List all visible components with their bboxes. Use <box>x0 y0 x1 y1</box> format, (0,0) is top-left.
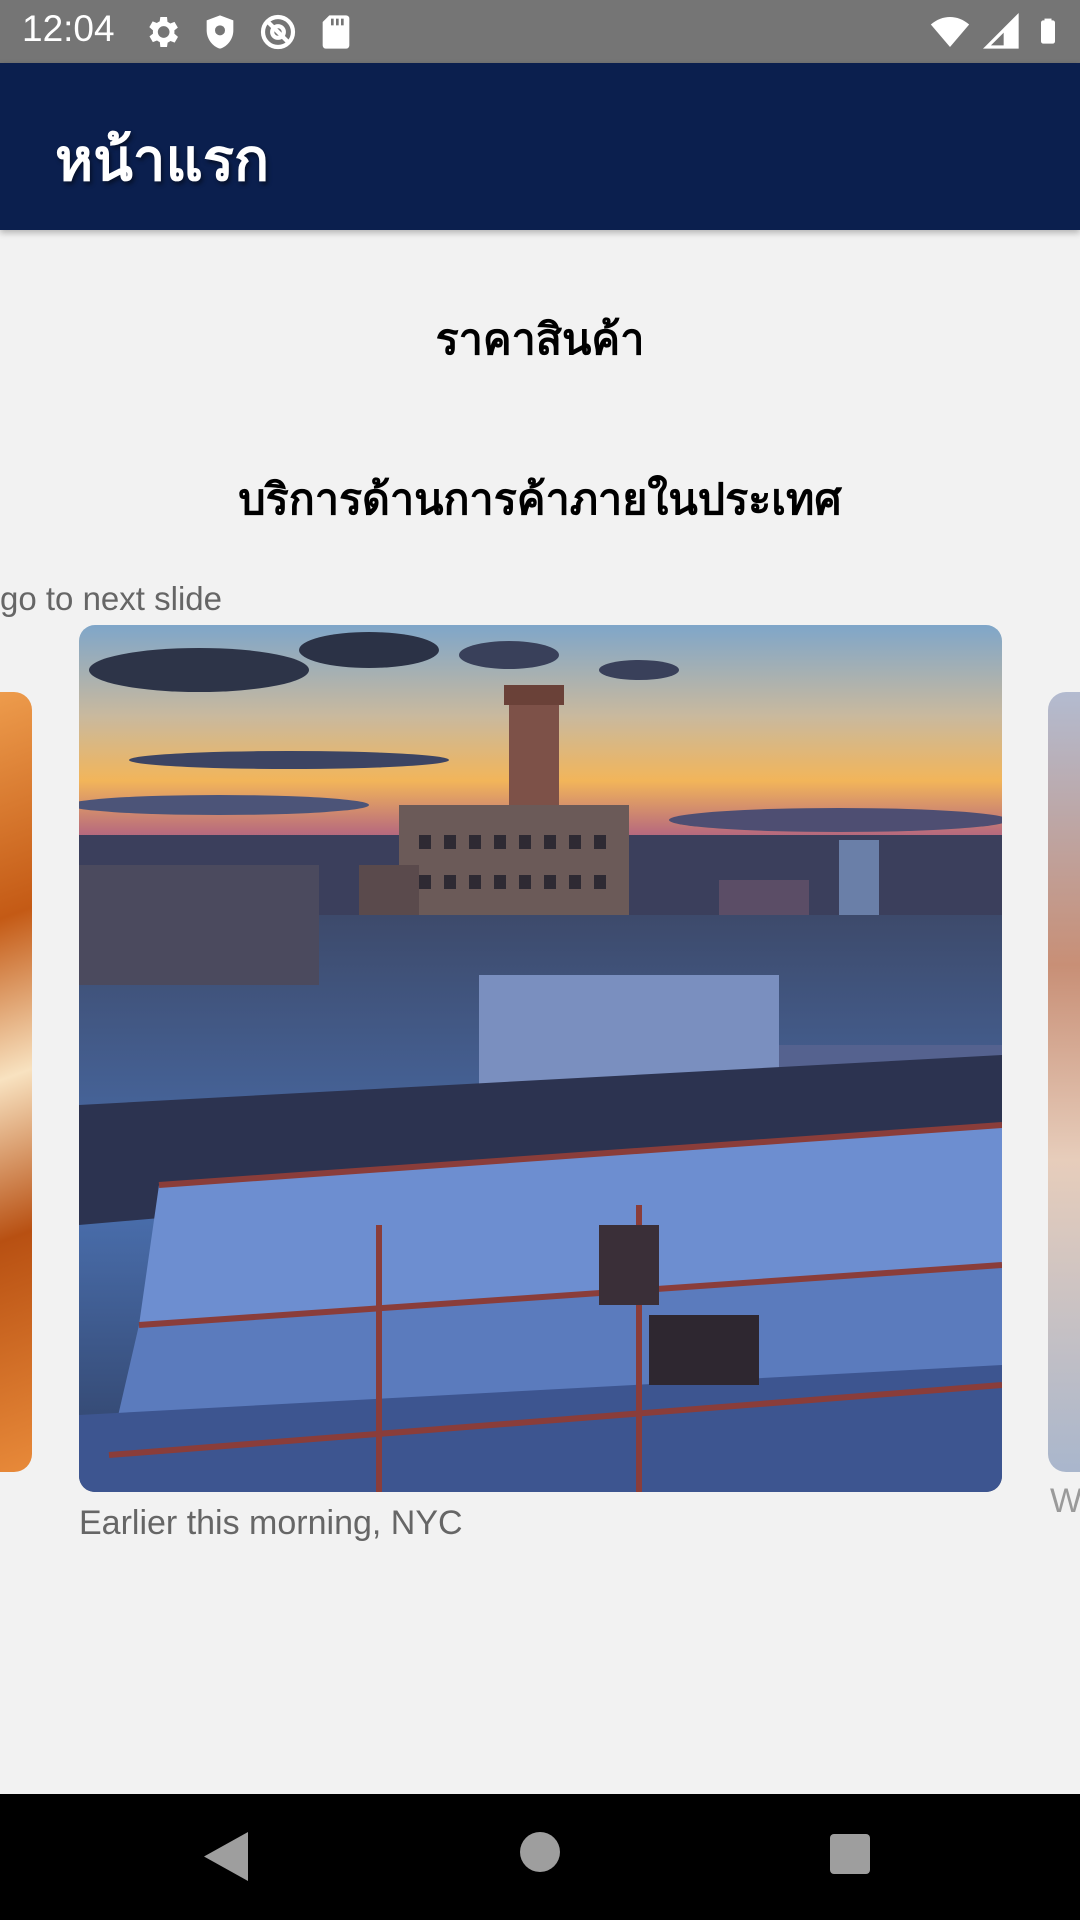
back-icon[interactable] <box>200 1829 250 1884</box>
home-icon[interactable] <box>520 1832 560 1872</box>
status-icons-left <box>142 12 356 52</box>
app-bar: หน้าแรก <box>0 63 1080 230</box>
battery-icon <box>1041 18 1055 44</box>
domestic-trade-heading[interactable]: บริการด้านการค้าภายในประเทศ <box>0 465 1080 533</box>
recents-icon[interactable] <box>830 1834 870 1874</box>
next-slide-caption: W <box>1050 1482 1080 1520</box>
carousel-slide-current[interactable] <box>79 625 1002 1492</box>
wifi-icon <box>930 17 970 47</box>
slide-caption: Earlier this morning, NYC <box>79 1504 463 1542</box>
city-rooftops-photo <box>79 625 1002 1492</box>
sd-card-icon <box>322 15 350 49</box>
status-time: 12:04 <box>22 8 115 49</box>
next-slide-link[interactable]: go to next slide <box>0 580 222 618</box>
price-heading[interactable]: ราคาสินค้า <box>0 305 1080 373</box>
shield-icon <box>206 15 234 49</box>
carousel-slide-previous[interactable] <box>0 692 32 1472</box>
status-icons-right <box>930 12 1062 52</box>
gear-icon <box>149 17 178 47</box>
at-sign-icon <box>260 14 296 50</box>
carousel-slide-next[interactable] <box>1048 692 1080 1472</box>
app-title: หน้าแรก <box>55 126 270 194</box>
status-bar: 12:04 <box>0 0 1080 63</box>
signal-icon <box>982 12 1019 49</box>
navigation-bar <box>0 1794 1080 1920</box>
